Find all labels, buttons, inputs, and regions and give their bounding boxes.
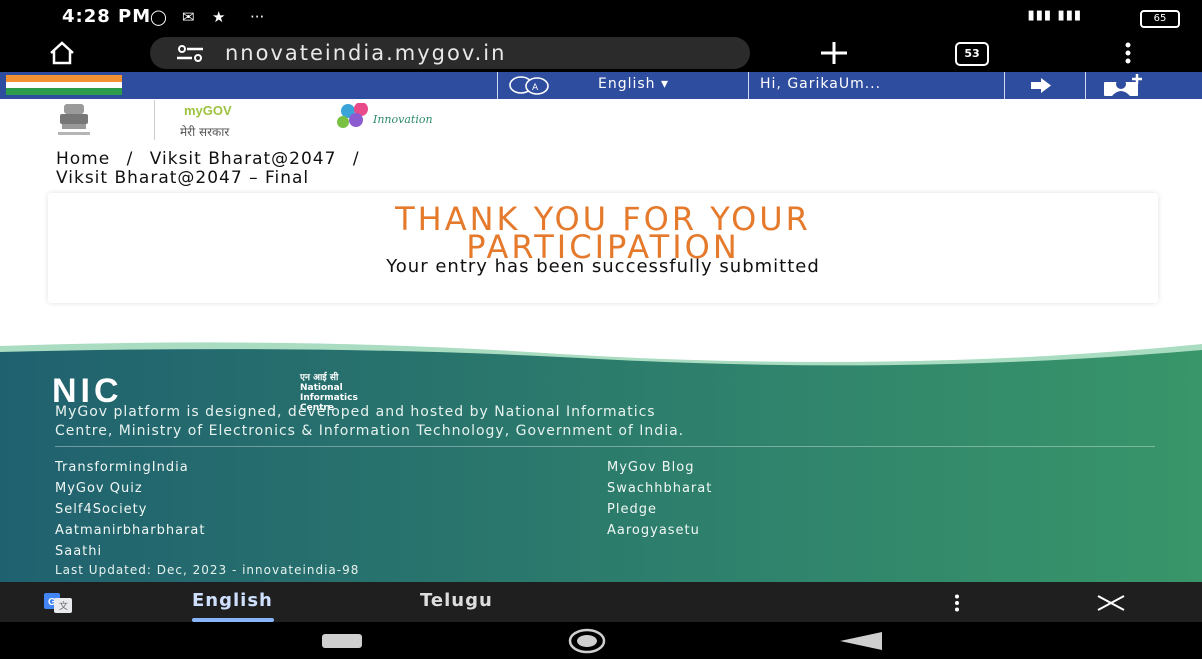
system-nav-bar — [0, 622, 1202, 659]
footer-link-mygov-quiz[interactable]: MyGov Quiz — [55, 481, 143, 496]
notification-icon: ★ — [212, 8, 226, 26]
signal-icon: ▮▮▮ ▮▮▮ — [1027, 8, 1082, 23]
nav-divider — [1004, 72, 1005, 99]
breadcrumb-separator: / — [352, 149, 360, 169]
back-button[interactable] — [840, 632, 882, 650]
svg-text:文: 文 — [59, 600, 68, 612]
india-flag-icon — [6, 75, 122, 95]
national-emblem-logo — [58, 104, 90, 135]
status-time: 4:28 PM — [62, 6, 152, 27]
menu-icon[interactable] — [1124, 42, 1132, 64]
confirmation-card: THANK YOU FOR YOUR PARTICIPATION Your en… — [48, 193, 1158, 303]
footer-link-swachhbharat[interactable]: Swachhbharat — [607, 481, 712, 496]
footer-link-aarogyasetu[interactable]: Aarogyasetu — [607, 523, 700, 538]
language-selector-label: English — [598, 76, 656, 92]
nav-divider — [497, 72, 498, 99]
browser-toolbar: nnovateindia.mygov.in 53 — [0, 34, 1202, 72]
breadcrumb: Home / Viksit Bharat@2047 / Viksit Bhara… — [56, 150, 370, 188]
footer-description-line2: Centre, Ministry of Electronics & Inform… — [55, 423, 685, 439]
logout-icon[interactable] — [1031, 78, 1051, 93]
home-button[interactable] — [567, 628, 607, 654]
footer-link-saathi[interactable]: Saathi — [55, 544, 102, 559]
footer-link-self4society[interactable]: Self4Society — [55, 502, 147, 517]
mail-icon: ✉ — [182, 8, 195, 26]
close-icon[interactable] — [1096, 594, 1126, 612]
breadcrumb-viksit-bharat[interactable]: Viksit Bharat@2047 — [150, 149, 337, 169]
url-text[interactable]: nnovateindia.mygov.in — [225, 41, 506, 65]
translate-menu-icon[interactable] — [953, 594, 961, 612]
add-user-icon[interactable] — [1104, 74, 1144, 96]
submission-success-message: Your entry has been successfully submitt… — [386, 256, 820, 277]
breadcrumb-current: Viksit Bharat@2047 – Final — [56, 168, 310, 188]
footer-description: MyGov platform is designed, developed an… — [55, 403, 1165, 441]
nic-name-line2: Informatics — [300, 393, 358, 403]
site-top-nav: A English ▾ Hi, GarikaUm... — [0, 72, 1202, 99]
tab-switcher-button[interactable]: 53 — [955, 42, 989, 66]
translate-tab-english[interactable]: English — [192, 590, 273, 611]
new-tab-icon[interactable] — [820, 41, 848, 65]
footer-divider — [55, 446, 1155, 447]
google-translate-icon[interactable]: G 文 — [44, 593, 72, 613]
footer-link-transformingindia[interactable]: TransformingIndia — [55, 460, 189, 475]
footer-link-mygov-blog[interactable]: MyGov Blog — [607, 460, 695, 475]
translate-tab-telugu[interactable]: Telugu — [420, 590, 493, 611]
site-footer: NIC एन आई सी National Informatics Centre… — [0, 340, 1202, 582]
whatsapp-icon: ◯ — [150, 8, 167, 26]
breadcrumb-separator: / — [126, 149, 134, 169]
logo-tagline: मेरी सरकार — [180, 125, 230, 139]
svg-text:NIC: NIC — [52, 375, 123, 405]
thank-you-heading: THANK YOU FOR YOUR PARTICIPATION — [48, 203, 1158, 263]
logo-innovation-text: Innovation — [372, 113, 433, 126]
language-icon[interactable]: A — [508, 75, 550, 96]
svg-text:A: A — [532, 83, 539, 93]
battery-icon: 65 — [1140, 10, 1180, 28]
translate-bar: G 文 English Telugu — [0, 582, 1202, 622]
nic-hindi-text: एन आई सी — [300, 373, 339, 383]
home-icon[interactable] — [48, 40, 76, 66]
language-selector[interactable]: English ▾ — [598, 76, 669, 92]
logo-divider — [154, 100, 155, 140]
footer-description-line1: MyGov platform is designed, developed an… — [55, 404, 656, 420]
status-bar: 4:28 PM ◯ ✉ ★ ··· ▮▮▮ ▮▮▮ 65 — [0, 0, 1202, 34]
logo-my-text: myGOV — [184, 103, 232, 118]
mygov-innovation-logo: myGOV मेरी सरकार Innovation — [180, 103, 433, 139]
nav-divider — [1085, 72, 1086, 99]
last-updated-text: Last Updated: Dec, 2023 - innovateindia-… — [55, 563, 360, 577]
footer-link-aatmanirbharbharat[interactable]: Aatmanirbharbharat — [55, 523, 205, 538]
site-settings-icon[interactable] — [175, 45, 205, 63]
more-notifications-icon: ··· — [250, 8, 265, 26]
breadcrumb-home[interactable]: Home — [56, 149, 110, 169]
nic-name-line1: National — [300, 383, 343, 393]
recents-button[interactable] — [322, 634, 362, 648]
footer-link-pledge[interactable]: Pledge — [607, 502, 657, 517]
chevron-down-icon: ▾ — [661, 76, 670, 92]
user-greeting[interactable]: Hi, GarikaUm... — [760, 76, 881, 92]
nav-divider — [748, 72, 749, 99]
